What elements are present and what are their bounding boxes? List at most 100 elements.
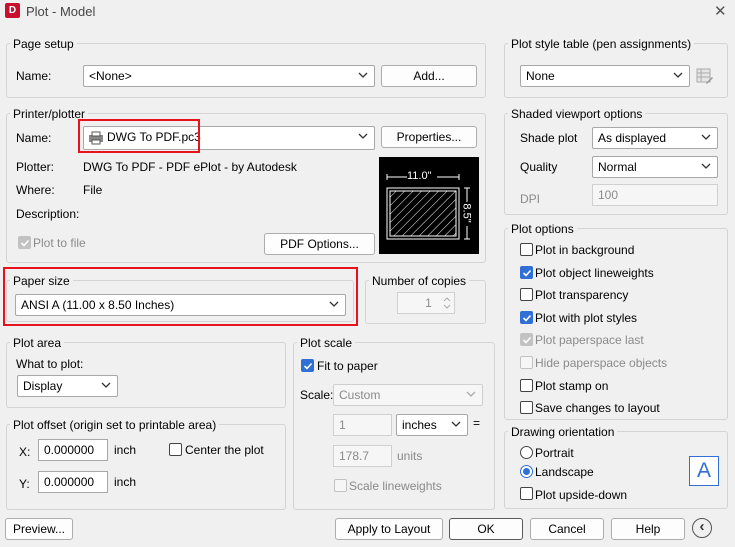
what-to-plot-value: Display	[23, 379, 63, 393]
portrait-radio[interactable]	[520, 446, 533, 459]
properties-button[interactable]: Properties...	[381, 126, 477, 148]
chevron-down-icon	[358, 133, 368, 139]
check-icon	[522, 269, 532, 277]
help-button[interactable]: Help	[611, 518, 685, 540]
page-setup-name-combo[interactable]: <None>	[83, 65, 375, 87]
shade-plot-combo[interactable]: As displayed	[592, 127, 718, 149]
offset-y-label: Y:	[19, 477, 30, 491]
where-label: Where:	[16, 183, 55, 197]
center-plot-label: Center the plot	[185, 443, 264, 457]
table-grid-icon	[696, 68, 713, 84]
chevron-down-icon	[673, 72, 683, 78]
plot-offset-legend: Plot offset (origin set to printable are…	[10, 418, 220, 432]
check-icon	[20, 239, 30, 247]
quality-value: Normal	[598, 160, 637, 174]
plot-to-file-label: Plot to file	[33, 236, 86, 250]
upside-down-label: Plot upside-down	[535, 488, 628, 502]
plot-option-checkbox-6[interactable]	[520, 379, 533, 392]
page-setup-legend: Page setup	[10, 37, 77, 51]
plot-offset-group	[6, 424, 286, 510]
scale-label: Scale:	[300, 388, 334, 402]
portrait-label: Portrait	[535, 446, 574, 460]
fit-to-paper-checkbox[interactable]	[301, 359, 314, 372]
add-page-setup-button[interactable]: Add...	[381, 65, 477, 87]
scale-unit-value: inches	[402, 418, 437, 432]
preview-width-label: 11.0"	[407, 170, 432, 182]
highlight-box-printer	[78, 119, 200, 153]
printer-name-label: Name:	[16, 131, 52, 145]
plot-option-checkbox-2[interactable]	[520, 288, 533, 301]
copies-spinner[interactable]	[440, 293, 454, 313]
pdf-options-button[interactable]: PDF Options...	[264, 233, 375, 255]
scale-equals: =	[473, 416, 481, 430]
where-value: File	[83, 183, 103, 197]
offset-x-label: X:	[19, 445, 31, 459]
landscape-orientation-icon: A	[689, 456, 719, 486]
close-icon[interactable]: ✕	[714, 2, 727, 20]
plot-option-label-5: Hide paperspace objects	[535, 356, 668, 370]
plot-option-checkbox-1[interactable]	[520, 266, 533, 279]
scale-unit-combo[interactable]: inches	[396, 414, 468, 436]
plot-option-checkbox-0[interactable]	[520, 243, 533, 256]
chevron-down-icon	[701, 163, 711, 169]
copies-legend: Number of copies	[369, 274, 470, 288]
plot-scale-legend: Plot scale	[297, 336, 356, 350]
page-setup-name-value: <None>	[89, 69, 132, 83]
plot-options-legend: Plot options	[508, 222, 577, 236]
scale-lineweights-label: Scale lineweights	[349, 479, 442, 493]
scale-lineweights-checkbox[interactable]	[334, 479, 347, 492]
plot-option-checkbox-7[interactable]	[520, 401, 533, 414]
quality-label: Quality	[520, 160, 558, 174]
preview-height-label: 8.5"	[460, 203, 473, 223]
collapse-options-icon[interactable]: ‹	[692, 518, 712, 538]
scale-value2-input[interactable]: 178.7	[333, 445, 392, 467]
description-label: Description:	[16, 207, 80, 221]
page-setup-name-label: Name:	[16, 69, 52, 83]
plot-option-label-6: Plot stamp on	[535, 379, 609, 393]
plot-style-combo[interactable]: None	[520, 65, 690, 87]
spinner-arrows-icon	[443, 297, 451, 309]
landscape-radio[interactable]	[520, 465, 533, 478]
window-title: Plot - Model	[26, 4, 96, 19]
chevron-down-icon	[466, 391, 476, 397]
orientation-legend: Drawing orientation	[508, 425, 618, 439]
offset-y-unit: inch	[114, 475, 137, 489]
preview-button[interactable]: Preview...	[5, 518, 73, 540]
chevron-down-icon	[358, 72, 368, 78]
what-to-plot-combo[interactable]: Display	[17, 375, 118, 397]
plot-option-label-3: Plot with plot styles	[535, 311, 638, 325]
scale-units-label: units	[397, 449, 423, 463]
offset-x-input[interactable]: 0.000000	[38, 439, 108, 461]
plot-option-checkbox-5[interactable]	[520, 356, 533, 369]
offset-y-input[interactable]: 0.000000	[38, 471, 108, 493]
cancel-button[interactable]: Cancel	[530, 518, 604, 540]
edit-plot-style-icon[interactable]	[696, 67, 714, 85]
autocad-app-icon: D	[5, 3, 20, 18]
plot-style-value: None	[526, 69, 555, 83]
scale-combo[interactable]: Custom	[333, 384, 483, 406]
paper-preview: 11.0" 8.5"	[379, 157, 479, 254]
scale-value1-input[interactable]: 1	[333, 414, 392, 436]
plot-option-label-0: Plot in background	[535, 243, 635, 257]
ok-button[interactable]: OK	[449, 518, 523, 540]
dpi-label: DPI	[520, 192, 541, 206]
check-icon	[303, 362, 313, 370]
plot-option-checkbox-3[interactable]	[520, 311, 533, 324]
plot-to-file-checkbox[interactable]	[18, 236, 31, 249]
plot-option-label-7: Save changes to layout	[535, 401, 660, 415]
shade-plot-value: As displayed	[598, 131, 667, 145]
offset-x-unit: inch	[114, 443, 137, 457]
quality-combo[interactable]: Normal	[592, 156, 718, 178]
upside-down-checkbox[interactable]	[520, 487, 533, 500]
dpi-input[interactable]: 100	[592, 184, 718, 206]
plot-option-label-4: Plot paperspace last	[535, 333, 644, 347]
scale-value: Custom	[339, 388, 381, 402]
plot-option-label-2: Plot transparency	[535, 288, 629, 302]
plot-option-label-1: Plot object lineweights	[535, 266, 654, 280]
apply-to-layout-button[interactable]: Apply to Layout	[335, 518, 443, 540]
what-to-plot-label: What to plot:	[16, 357, 84, 371]
landscape-label: Landscape	[535, 465, 594, 479]
center-plot-checkbox[interactable]	[169, 443, 182, 456]
fit-to-paper-label: Fit to paper	[317, 359, 378, 373]
plot-option-checkbox-4[interactable]	[520, 333, 533, 346]
